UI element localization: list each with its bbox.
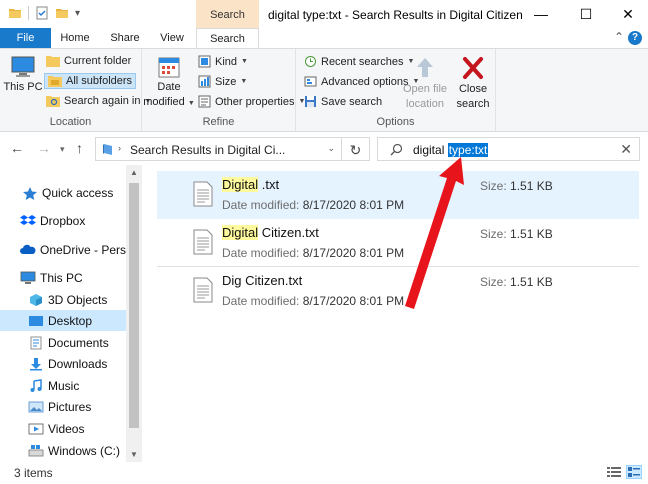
details-view-icon[interactable] xyxy=(606,465,622,479)
item-count: 3 items xyxy=(14,466,53,480)
annotation-arrow xyxy=(405,157,464,309)
status-bar: 3 items xyxy=(0,462,648,484)
content-view-icon[interactable] xyxy=(626,465,642,479)
